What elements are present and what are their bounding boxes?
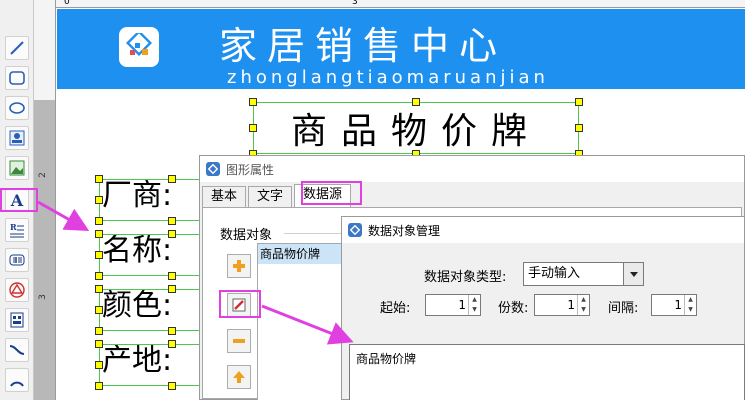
line-tool-icon[interactable]: [5, 36, 29, 60]
tab-text[interactable]: 文字: [248, 186, 293, 208]
resize-handle[interactable]: [575, 98, 583, 106]
banner[interactable]: 家居销售中心 zhonglangtiaomaruanjian: [57, 9, 745, 89]
resize-handle[interactable]: [95, 175, 103, 183]
resize-handle[interactable]: [95, 306, 103, 314]
spin-down-icon[interactable]: ▼: [685, 305, 696, 315]
left-ruler-number: 3: [37, 294, 48, 300]
app-icon: [206, 162, 220, 176]
top-ruler: 0 3: [34, 0, 745, 8]
resize-handle[interactable]: [95, 340, 103, 348]
arc-tool-icon[interactable]: [5, 368, 29, 392]
resize-handle[interactable]: [95, 327, 103, 335]
curve-tool-icon[interactable]: [5, 338, 29, 362]
resize-handle[interactable]: [575, 124, 583, 132]
ellipse-tool-icon[interactable]: [5, 96, 29, 120]
spin-up-icon[interactable]: ▲: [469, 295, 480, 305]
text-tool-highlight: [0, 188, 38, 212]
tab-basic[interactable]: 基本: [202, 186, 247, 208]
top-ruler-number: 3: [352, 0, 358, 7]
spin-down-icon[interactable]: ▼: [469, 305, 480, 315]
plus-icon: [233, 260, 245, 272]
title-selection-box: [253, 102, 579, 154]
move-up-button[interactable]: [227, 365, 251, 389]
spinner-buttons[interactable]: ▲ ▼: [577, 295, 589, 315]
start-label: 起始:: [380, 301, 411, 316]
data-source-tab-highlight: [301, 181, 362, 205]
resize-handle[interactable]: [95, 251, 103, 259]
add-data-object-button[interactable]: [227, 254, 251, 278]
spin-down-icon[interactable]: ▼: [578, 305, 589, 315]
resize-handle[interactable]: [95, 230, 103, 238]
data-type-label: 数据对象类型:: [424, 270, 507, 285]
spin-up-icon[interactable]: ▲: [685, 295, 696, 305]
resize-handle[interactable]: [95, 382, 103, 390]
resize-handle[interactable]: [168, 272, 176, 280]
resize-handle[interactable]: [168, 327, 176, 335]
left-ruler-shade: [34, 100, 55, 400]
data-object-group-label: 数据对象: [220, 228, 273, 243]
data-type-select[interactable]: 手动输入: [523, 262, 644, 286]
resize-handle[interactable]: [168, 230, 176, 238]
resize-handle[interactable]: [95, 361, 103, 369]
banner-logo-icon: [119, 27, 159, 67]
top-ruler-number: 0: [64, 0, 70, 7]
spinner-buttons[interactable]: ▲ ▼: [684, 295, 696, 315]
interval-value: 1: [674, 298, 682, 312]
data-matrix-tool-icon[interactable]: [5, 308, 29, 332]
group-divider: [284, 233, 344, 234]
resize-handle[interactable]: [95, 285, 103, 293]
resize-handle[interactable]: [95, 217, 103, 225]
edit-button-highlight: [219, 290, 261, 318]
left-ruler-number: 2: [37, 172, 48, 178]
data-type-value: 手动输入: [528, 266, 581, 281]
spinner-buttons[interactable]: ▲ ▼: [468, 295, 480, 315]
data-dialog-titlebar[interactable]: 数据对象管理: [342, 217, 744, 243]
copies-label: 份数:: [498, 301, 529, 316]
banner-title: 家居销售中心: [219, 24, 508, 68]
spin-up-icon[interactable]: ▲: [578, 295, 589, 305]
resize-handle[interactable]: [249, 98, 257, 106]
resize-handle[interactable]: [168, 175, 176, 183]
qrcode-tool-icon[interactable]: [5, 278, 29, 302]
banner-subtitle: zhonglangtiaomaruanjian: [227, 67, 549, 88]
data-dialog-title: 数据对象管理: [368, 223, 441, 238]
arrow-up-icon: [233, 371, 245, 383]
resize-handle[interactable]: [95, 196, 103, 204]
chevron-down-icon[interactable]: [623, 263, 643, 285]
picture-tool-icon[interactable]: [5, 156, 29, 180]
interval-label: 间隔:: [608, 301, 639, 316]
image-tool-icon[interactable]: [5, 126, 29, 150]
start-spinner[interactable]: 1 ▲ ▼: [425, 294, 481, 316]
resize-handle[interactable]: [412, 98, 420, 106]
resize-handle[interactable]: [168, 340, 176, 348]
resize-handle[interactable]: [168, 285, 176, 293]
resize-handle[interactable]: [249, 124, 257, 132]
resize-handle[interactable]: [168, 382, 176, 390]
shape-dialog-title: 图形属性: [226, 162, 275, 177]
shape-dialog-titlebar[interactable]: 图形属性: [200, 156, 744, 182]
content-textarea[interactable]: 商品物价牌: [349, 344, 745, 400]
copies-spinner[interactable]: 1 ▲ ▼: [534, 294, 590, 316]
copies-value: 1: [567, 298, 575, 312]
rich-text-tool-icon[interactable]: R: [5, 218, 29, 242]
start-value: 1: [458, 298, 466, 312]
svg-text:R: R: [10, 222, 17, 232]
interval-spinner[interactable]: 1 ▲ ▼: [651, 294, 697, 316]
barcode-tool-icon[interactable]: [5, 248, 29, 272]
resize-handle[interactable]: [168, 217, 176, 225]
resize-handle[interactable]: [95, 272, 103, 280]
data-object-management-dialog[interactable]: 数据对象管理 数据对象类型: 手动输入 起始: 1 ▲ ▼ 份数: 1 ▲ ▼ 间隔…: [341, 216, 745, 400]
rounded-rect-tool-icon[interactable]: [5, 66, 29, 90]
minus-icon: [233, 339, 245, 343]
remove-data-object-button[interactable]: [227, 329, 251, 353]
app-icon: [348, 223, 362, 237]
